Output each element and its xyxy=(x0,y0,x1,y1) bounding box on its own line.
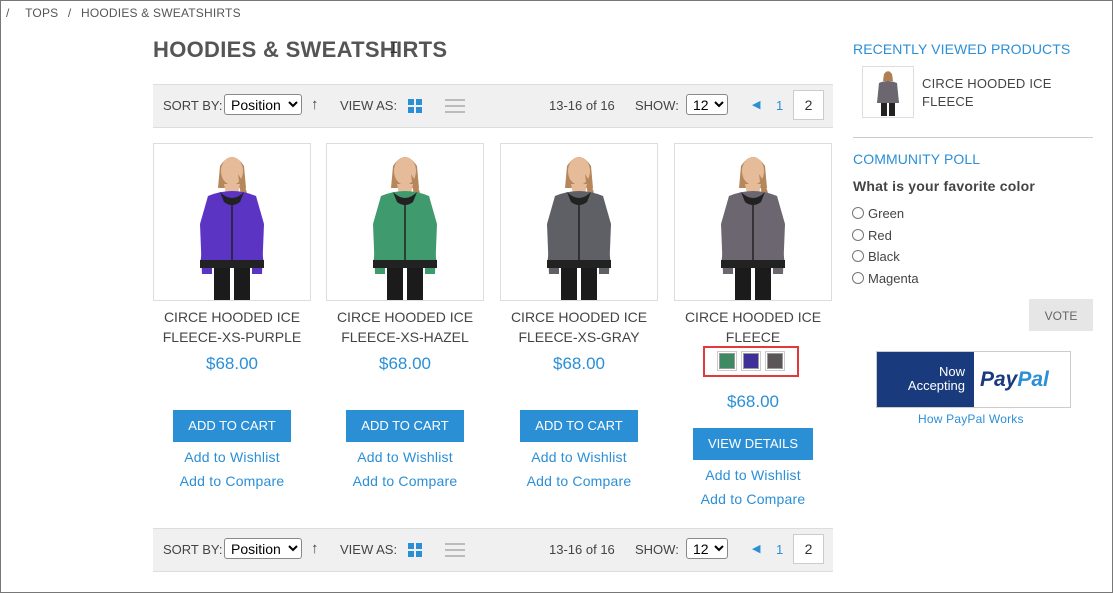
list-view-icon[interactable] xyxy=(445,542,465,558)
sort-by-select[interactable]: Position xyxy=(224,538,302,559)
previous-page-icon[interactable]: ◀ xyxy=(752,98,760,111)
breadcrumb-item-tops[interactable]: TOPS xyxy=(25,6,58,20)
product-card: CIRCE HOODED ICE FLEECE $68.00 VIEW DETA… xyxy=(674,143,832,511)
item-count: 13-16 of 16 xyxy=(549,98,615,113)
poll-option-magenta[interactable]: Magenta xyxy=(852,271,919,286)
breadcrumb-item-hoodies[interactable]: HOODIES & SWEATSHIRTS xyxy=(81,6,241,20)
poll-option-label: Black xyxy=(868,249,900,264)
add-to-wishlist-link[interactable]: Add to Wishlist xyxy=(326,445,484,469)
product-name[interactable]: CIRCE HOODED ICE FLEECE-XS-HAZEL xyxy=(326,307,484,347)
swatch-purple[interactable] xyxy=(741,351,761,371)
recently-viewed-thumbnail[interactable] xyxy=(862,66,914,118)
poll-option-label: Magenta xyxy=(868,271,919,286)
product-image[interactable] xyxy=(326,143,484,301)
page-link-1[interactable]: 1 xyxy=(776,542,783,557)
poll-option-label: Red xyxy=(868,228,892,243)
show-label: SHOW: xyxy=(635,542,679,557)
current-page: 2 xyxy=(793,90,824,120)
add-to-wishlist-link[interactable]: Add to Wishlist xyxy=(500,445,658,469)
previous-page-icon[interactable]: ◀ xyxy=(752,542,760,555)
product-image[interactable] xyxy=(153,143,311,301)
toolbar-top: SORT BY: Position ↑ VIEW AS: 13-16 of 16… xyxy=(153,84,833,128)
add-to-cart-button[interactable]: ADD TO CART xyxy=(173,410,291,442)
sort-by-label: SORT BY: xyxy=(163,542,223,557)
product-price: $68.00 xyxy=(727,392,779,411)
add-to-cart-button[interactable]: ADD TO CART xyxy=(346,410,464,442)
poll-radio[interactable] xyxy=(852,272,864,284)
view-details-button[interactable]: VIEW DETAILS xyxy=(692,428,814,460)
product-image[interactable] xyxy=(500,143,658,301)
page-link-1[interactable]: 1 xyxy=(776,98,783,113)
product-card: CIRCE HOODED ICE FLEECE-XS-HAZEL $68.00 … xyxy=(326,143,484,493)
recently-viewed-title: RECENTLY VIEWED PRODUCTS xyxy=(853,41,1071,57)
color-swatches-highlight xyxy=(703,346,799,377)
show-label: SHOW: xyxy=(635,98,679,113)
product-name[interactable]: CIRCE HOODED ICE FLEECE-XS-GRAY xyxy=(500,307,658,347)
add-to-cart-button[interactable]: ADD TO CART xyxy=(520,410,638,442)
grid-view-icon[interactable] xyxy=(408,543,422,557)
page-title: HOODIES & SWEATSHIRTS xyxy=(153,37,448,62)
breadcrumb-separator: / xyxy=(6,6,10,20)
poll-radio[interactable] xyxy=(852,207,864,219)
poll-option-black[interactable]: Black xyxy=(852,249,900,264)
add-to-compare-link[interactable]: Add to Compare xyxy=(500,469,658,493)
sort-by-select[interactable]: Position xyxy=(224,94,302,115)
view-as-label: VIEW AS: xyxy=(340,98,398,113)
paypal-now-text: Now xyxy=(938,364,965,379)
sidebar-divider xyxy=(853,137,1093,138)
poll-option-red[interactable]: Red xyxy=(852,228,892,243)
add-to-compare-link[interactable]: Add to Compare xyxy=(674,487,832,511)
arrow-up-icon[interactable]: ↑ xyxy=(311,96,319,113)
breadcrumb: / TOPS / HOODIES & SWEATSHIRTS xyxy=(6,6,241,20)
how-paypal-works-link[interactable]: How PayPal Works xyxy=(918,412,1024,426)
product-image[interactable] xyxy=(674,143,832,301)
paypal-banner[interactable]: Now Accepting PayPal xyxy=(876,351,1071,408)
product-card: CIRCE HOODED ICE FLEECE-XS-GRAY $68.00 A… xyxy=(500,143,658,493)
text-cursor-icon: I xyxy=(389,38,399,57)
grid-view-icon[interactable] xyxy=(408,99,422,113)
product-name[interactable]: CIRCE HOODED ICE FLEECE xyxy=(674,307,832,347)
poll-radio[interactable] xyxy=(852,229,864,241)
add-to-wishlist-link[interactable]: Add to Wishlist xyxy=(153,445,311,469)
list-view-icon[interactable] xyxy=(445,98,465,114)
product-card: CIRCE HOODED ICE FLEECE-XS-PURPLE $68.00… xyxy=(153,143,311,493)
sort-by-label: SORT BY: xyxy=(163,98,223,113)
poll-radio[interactable] xyxy=(852,250,864,262)
view-as-label: VIEW AS: xyxy=(340,542,398,557)
recently-viewed-item-name[interactable]: CIRCE HOODED ICE FLEECE xyxy=(922,75,1062,111)
poll-option-label: Green xyxy=(868,206,905,221)
swatch-gray[interactable] xyxy=(765,351,785,371)
item-count: 13-16 of 16 xyxy=(549,542,615,557)
swatch-green[interactable] xyxy=(717,351,737,371)
product-price: $68.00 xyxy=(379,354,431,373)
paypal-now-accepting: Now Accepting xyxy=(908,365,965,393)
community-poll-title: COMMUNITY POLL xyxy=(853,151,981,167)
product-price: $68.00 xyxy=(206,354,258,373)
paypal-banner-left: Now Accepting xyxy=(877,352,974,407)
paypal-accepting-text: Accepting xyxy=(907,378,965,393)
add-to-compare-link[interactable]: Add to Compare xyxy=(153,469,311,493)
arrow-up-icon[interactable]: ↑ xyxy=(311,540,319,557)
current-page: 2 xyxy=(793,534,824,564)
add-to-wishlist-link[interactable]: Add to Wishlist xyxy=(674,463,832,487)
vote-button[interactable]: VOTE xyxy=(1029,299,1093,331)
add-to-compare-link[interactable]: Add to Compare xyxy=(326,469,484,493)
poll-option-green[interactable]: Green xyxy=(852,206,904,221)
breadcrumb-separator: / xyxy=(67,6,72,20)
show-per-page-select[interactable]: 12 xyxy=(686,538,728,559)
toolbar-bottom: SORT BY: Position ↑ VIEW AS: 13-16 of 16… xyxy=(153,528,833,572)
show-per-page-select[interactable]: 12 xyxy=(686,94,728,115)
poll-question: What is your favorite color xyxy=(853,178,1035,194)
product-price: $68.00 xyxy=(553,354,605,373)
product-name[interactable]: CIRCE HOODED ICE FLEECE-XS-PURPLE xyxy=(153,307,311,347)
paypal-logo: PayPal xyxy=(980,368,1049,391)
